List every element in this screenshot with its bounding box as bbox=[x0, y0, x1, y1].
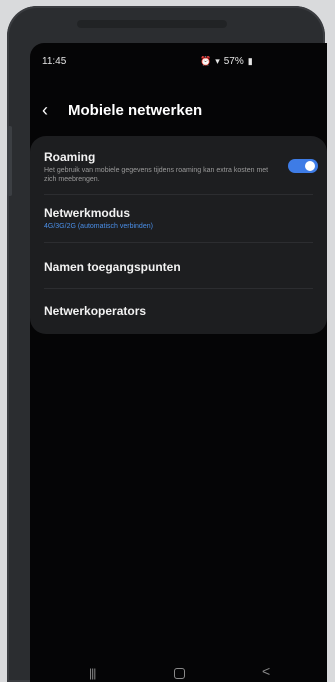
network-mode-value: 4G/3G/2G (automatisch verbinden) bbox=[44, 223, 153, 230]
roaming-title: Roaming bbox=[44, 150, 96, 164]
back-button[interactable]: < bbox=[262, 663, 270, 679]
roaming-toggle[interactable] bbox=[288, 159, 318, 173]
recent-apps-button[interactable]: ||| bbox=[89, 666, 96, 680]
header: ‹ Mobiele netwerken bbox=[42, 101, 202, 119]
operators-title: Netwerkoperators bbox=[44, 304, 147, 318]
chevron-left-icon[interactable]: ‹ bbox=[42, 101, 62, 119]
settings-card: Roaming Het gebruik van mobiele gegevens… bbox=[30, 136, 327, 334]
network-mode-title: Netwerkmodus bbox=[44, 206, 131, 220]
divider bbox=[44, 194, 313, 195]
status-icons: ⏰ ▾ 57% ▮ bbox=[200, 56, 253, 67]
earpiece bbox=[77, 20, 227, 28]
roaming-description: Het gebruik van mobiele gegevens tijdens… bbox=[44, 167, 269, 183]
divider bbox=[44, 242, 313, 243]
alarm-icon: ⏰ bbox=[200, 56, 212, 66]
divider bbox=[44, 288, 313, 289]
status-bar: 11:45 ⏰ ▾ 57% ▮ bbox=[30, 43, 327, 69]
page-title: Mobiele netwerken bbox=[68, 101, 203, 119]
operators-item[interactable]: Netwerkoperators bbox=[44, 304, 313, 318]
network-mode-item[interactable]: Netwerkmodus 4G/3G/2G (automatisch verbi… bbox=[44, 206, 313, 230]
battery-percent: 57% bbox=[223, 56, 244, 67]
apn-item[interactable]: Namen toegangspunten bbox=[44, 260, 313, 274]
signal-icon: ▾ bbox=[215, 56, 220, 66]
roaming-item[interactable]: Roaming Het gebruik van mobiele gegevens… bbox=[44, 150, 313, 184]
side-button bbox=[7, 126, 12, 196]
toggle-knob bbox=[305, 161, 315, 171]
navigation-bar: ||| < bbox=[30, 663, 327, 682]
battery-icon: ▮ bbox=[247, 56, 253, 66]
status-time: 11:45 bbox=[42, 56, 67, 67]
screen: 11:45 ⏰ ▾ 57% ▮ ‹ Mobiele netwerken Roam… bbox=[30, 43, 327, 682]
home-button[interactable] bbox=[174, 668, 185, 679]
apn-title: Namen toegangspunten bbox=[44, 260, 181, 274]
